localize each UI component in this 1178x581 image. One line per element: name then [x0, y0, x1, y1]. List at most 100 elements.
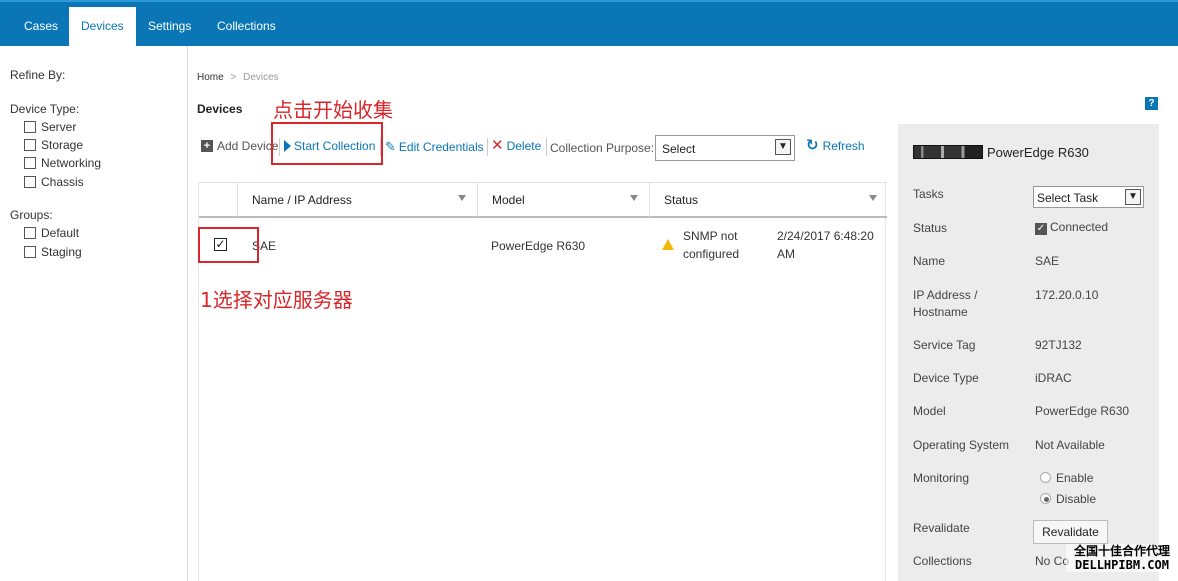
- row-checkbox-highlight: [198, 227, 259, 263]
- status-value: ✓ Connected: [1035, 219, 1108, 236]
- monitoring-label: Monitoring: [913, 471, 970, 485]
- group-label: Default: [41, 226, 80, 240]
- checkbox[interactable]: [24, 227, 36, 239]
- radio-icon: [1040, 493, 1051, 504]
- filter-networking[interactable]: Networking: [24, 156, 101, 170]
- select-value: Select Task: [1037, 191, 1099, 205]
- add-device-button[interactable]: + Add Device: [201, 139, 278, 153]
- column-label: Name / IP Address: [252, 193, 352, 207]
- tasks-label: Tasks: [913, 187, 944, 201]
- breadcrumb: Home > Devices: [197, 72, 279, 83]
- monitoring-disable-radio[interactable]: Disable: [1040, 491, 1096, 508]
- breadcrumb-home[interactable]: Home: [197, 72, 224, 83]
- detail-title: PowerEdge R630: [987, 145, 1089, 160]
- timestamp-line2: AM: [777, 247, 795, 261]
- delete-x-icon: ✕: [491, 137, 504, 154]
- ip-value: 172.20.0.10: [1035, 288, 1099, 302]
- toolbar-divider: [487, 138, 488, 156]
- filter-storage[interactable]: Storage: [24, 138, 83, 152]
- revalidate-button[interactable]: Revalidate: [1033, 520, 1108, 544]
- service-tag-label: Service Tag: [913, 338, 976, 352]
- status-text: Connected: [1050, 220, 1109, 234]
- device-type-heading: Device Type:: [10, 102, 80, 116]
- delete-button[interactable]: ✕ Delete: [491, 137, 542, 154]
- column-model[interactable]: Model: [477, 183, 649, 217]
- watermark-line2: DELLHPIBM.COM: [1075, 558, 1169, 572]
- edit-credentials-label: Edit Credentials: [398, 140, 484, 154]
- groups-heading: Groups:: [10, 208, 53, 222]
- monitoring-enable-radio[interactable]: Enable: [1040, 470, 1093, 487]
- refresh-button[interactable]: ↻ Refresh: [806, 137, 865, 154]
- delete-label: Delete: [506, 139, 542, 153]
- tab-settings[interactable]: Settings: [136, 7, 203, 48]
- filter-label: Server: [41, 120, 77, 134]
- model-value: PowerEdge R630: [1035, 404, 1130, 418]
- filter-icon[interactable]: [458, 195, 466, 201]
- timestamp-line1: 2/24/2017 6:48:20: [777, 229, 874, 243]
- help-icon[interactable]: ?: [1145, 97, 1158, 110]
- radio-icon: [1040, 472, 1051, 483]
- service-tag-value: 92TJ132: [1035, 338, 1082, 352]
- radio-label: Disable: [1056, 492, 1097, 506]
- radio-label: Enable: [1056, 471, 1094, 485]
- collection-purpose-select[interactable]: Select ▼: [655, 135, 795, 161]
- checkbox[interactable]: [24, 139, 36, 151]
- add-device-label: Add Device: [217, 139, 279, 153]
- check-icon: ✓: [1035, 223, 1047, 235]
- group-default[interactable]: Default: [24, 226, 79, 240]
- column-status[interactable]: Status: [649, 183, 887, 217]
- select-task-dropdown[interactable]: Select Task ▼: [1033, 186, 1144, 208]
- select-server-hint: 1选择对应服务器: [200, 288, 353, 312]
- collections-value: No Co: [1035, 554, 1070, 568]
- warning-icon: [662, 239, 674, 250]
- refresh-icon: ↻: [806, 137, 819, 154]
- refresh-label: Refresh: [822, 139, 865, 153]
- checkbox[interactable]: [24, 157, 36, 169]
- collections-label: Collections: [913, 554, 972, 568]
- checkbox[interactable]: [24, 176, 36, 188]
- column-name[interactable]: Name / IP Address: [237, 183, 477, 217]
- status-label: Status: [913, 221, 948, 235]
- chevron-down-icon: ▼: [775, 139, 791, 155]
- tab-cases[interactable]: Cases: [12, 7, 70, 48]
- table-row[interactable]: ✓ SAE PowerEdge R630 SNMP not configured…: [199, 219, 887, 275]
- filter-label: Chassis: [41, 175, 84, 189]
- group-staging[interactable]: Staging: [24, 245, 82, 259]
- name-value: SAE: [1035, 254, 1060, 268]
- refine-by-heading: Refine By:: [10, 68, 66, 82]
- checkbox[interactable]: [24, 121, 36, 133]
- watermark-line1: 全国十佳合作代理: [1073, 544, 1170, 558]
- page-title: Devices: [197, 102, 243, 116]
- device-type-label: Device Type: [913, 371, 979, 385]
- group-label: Staging: [41, 245, 82, 259]
- server-thumbnail-icon: [913, 145, 983, 159]
- filter-label: Storage: [41, 138, 84, 152]
- ip-label-line1: IP Address /: [913, 288, 978, 302]
- filter-icon[interactable]: [869, 195, 877, 201]
- os-value: Not Available: [1035, 438, 1105, 452]
- plus-icon: +: [201, 140, 213, 152]
- ip-label-line2: Hostname: [913, 305, 968, 319]
- checkbox[interactable]: [24, 246, 36, 258]
- chevron-down-icon: ▼: [1125, 189, 1141, 205]
- refine-sidebar: Refine By: Device Type: Server Storage N…: [0, 46, 188, 581]
- filter-chassis[interactable]: Chassis: [24, 175, 84, 189]
- start-collection-highlight: [271, 122, 383, 165]
- filter-server[interactable]: Server: [24, 120, 76, 134]
- filter-icon[interactable]: [630, 195, 638, 201]
- revalidate-label: Revalidate: [913, 521, 970, 535]
- pencil-icon: ✎: [385, 139, 396, 154]
- device-model: PowerEdge R630: [491, 239, 586, 253]
- edit-credentials-button[interactable]: ✎ Edit Credentials: [385, 139, 484, 155]
- device-detail-panel: PowerEdge R630 Tasks Select Task ▼ Statu…: [898, 124, 1159, 581]
- filter-label: Networking: [41, 156, 102, 170]
- watermark: 全国十佳合作代理 DELLHPIBM.COM: [1066, 544, 1178, 572]
- column-label: Status: [664, 193, 699, 207]
- name-label: Name: [913, 254, 946, 268]
- breadcrumb-separator: >: [230, 72, 237, 83]
- tab-collections[interactable]: Collections: [205, 7, 288, 48]
- start-collection-hint: 点击开始收集: [273, 98, 393, 122]
- model-label: Model: [913, 404, 946, 418]
- tab-devices[interactable]: Devices: [69, 7, 136, 48]
- breadcrumb-current: Devices: [243, 72, 279, 83]
